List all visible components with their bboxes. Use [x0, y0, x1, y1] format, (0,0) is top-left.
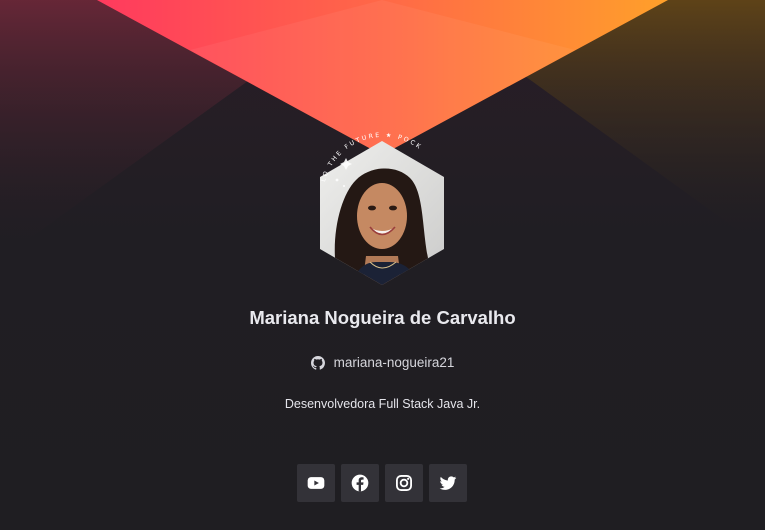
- twitter-icon: [439, 476, 457, 490]
- instagram-button[interactable]: [385, 464, 423, 502]
- github-icon: [310, 355, 325, 370]
- facebook-icon: [351, 474, 369, 492]
- github-username: mariana-nogueira21: [333, 355, 455, 370]
- youtube-icon: [307, 477, 325, 489]
- profile-page: LO THE FUTURE ★ POCK Mariana Nogueira de…: [0, 0, 765, 530]
- social-links: [297, 464, 467, 502]
- avatar: LO THE FUTURE ★ POCK: [310, 128, 455, 288]
- facebook-button[interactable]: [341, 464, 379, 502]
- youtube-button[interactable]: [297, 464, 335, 502]
- instagram-icon: [396, 475, 412, 491]
- profile-name: Mariana Nogueira de Carvalho: [249, 307, 516, 328]
- bio-text: Desenvolvedora Full Stack Java Jr.: [284, 397, 481, 411]
- github-link[interactable]: mariana-nogueira21: [0, 355, 765, 370]
- twitter-button[interactable]: [429, 464, 467, 502]
